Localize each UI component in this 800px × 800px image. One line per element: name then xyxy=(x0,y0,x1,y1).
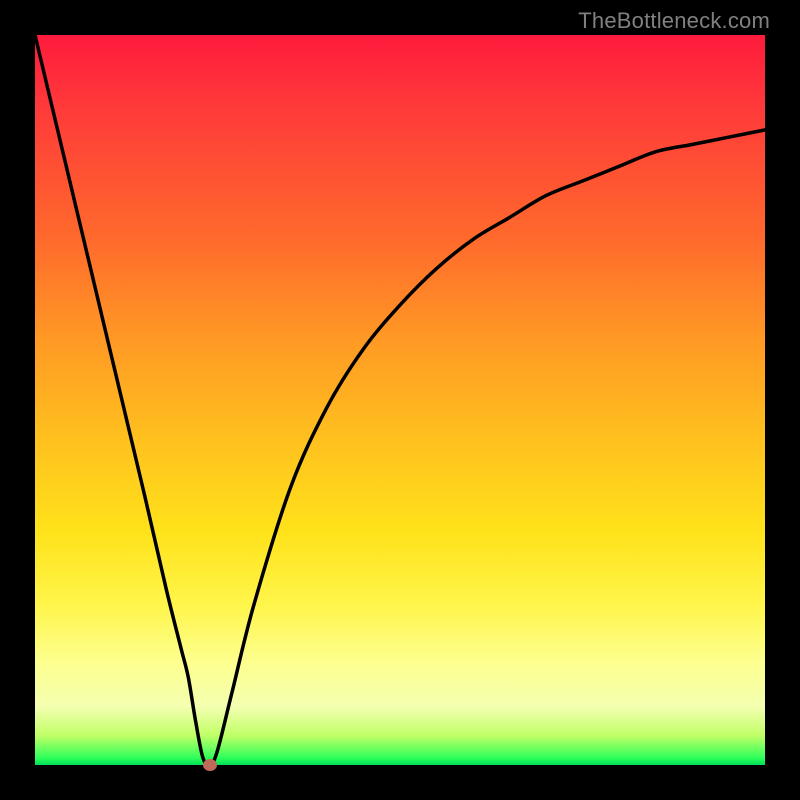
plot-area xyxy=(35,35,765,765)
watermark-text: TheBottleneck.com xyxy=(578,8,770,34)
minimum-marker xyxy=(203,759,217,771)
bottleneck-curve xyxy=(35,35,765,765)
chart-frame: TheBottleneck.com xyxy=(0,0,800,800)
